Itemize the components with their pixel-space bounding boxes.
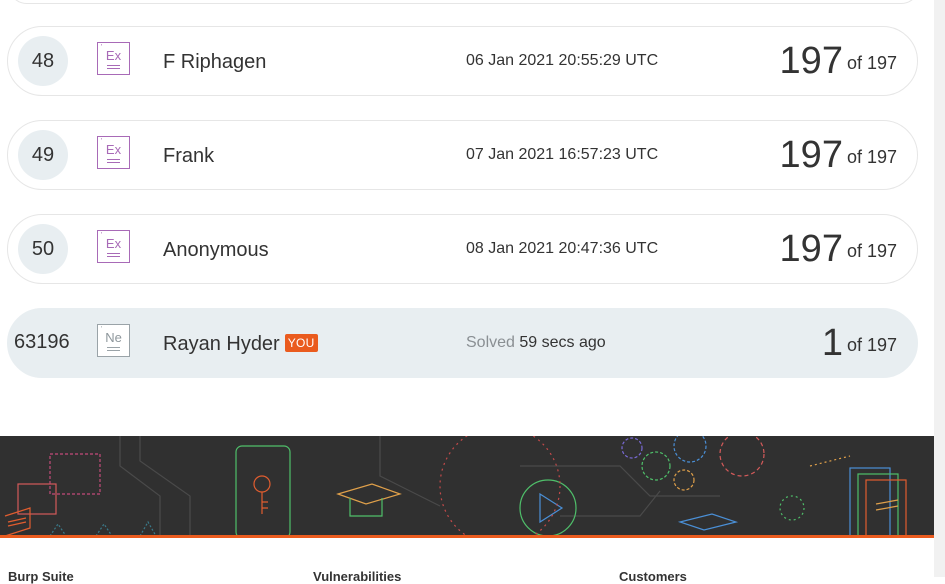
user-name: Anonymous [163,239,269,261]
leaderboard-row: 49 ' Ex Frank 07 Jan 2021 16:57:23 UTC 1… [7,120,918,190]
user-name: Rayan Hyder YOU [163,333,318,356]
rank-value: 63196 [14,331,70,353]
rank-badge: 48 [18,36,68,86]
score-total: of 197 [846,335,897,355]
previous-row-edge [8,0,920,4]
current-user-row: 63196 ' Ne Rayan Hyder YOU Solved 59 secs… [7,308,918,378]
you-badge: YOU [284,334,318,352]
element-tile-icon: ' Ex [97,230,130,263]
solved-status: Solved 59 secs ago [466,334,606,352]
element-symbol: Ex [105,236,122,251]
score: 197 of 197 [780,134,897,177]
score: 197 of 197 [780,40,897,83]
rank-badge: 49 [18,130,68,180]
footer-accent-line [0,535,934,538]
element-tile-icon: ' Ex [97,42,130,75]
element-symbol: Ex [105,48,122,63]
page-scrollbar[interactable] [934,0,945,577]
score-total: of 197 [846,147,897,167]
score-total: of 197 [846,53,897,73]
user-name: F Riphagen [163,51,267,73]
solved-time: 59 secs ago [519,334,606,351]
completion-date: 07 Jan 2021 16:57:23 UTC [466,146,659,163]
element-tile-icon: ' Ex [97,136,130,169]
completion-date: 08 Jan 2021 20:47:36 UTC [466,240,659,257]
rank-badge: 50 [18,224,68,274]
solved-label: Solved [466,334,515,351]
score: 1 of 197 [822,322,897,365]
element-symbol: Ne [105,330,122,345]
user-name: Frank [163,145,215,167]
user-name-text: Rayan Hyder [163,333,280,355]
leaderboard-row: 48 ' Ex F Riphagen 06 Jan 2021 20:55:29 … [7,26,918,96]
element-tile-icon: ' Ne [97,324,130,357]
leaderboard-row: 50 ' Ex Anonymous 08 Jan 2021 20:47:36 U… [7,214,918,284]
element-symbol: Ex [105,142,122,157]
scrollbar-thumb[interactable] [936,0,943,577]
score-total: of 197 [846,241,897,261]
footer-illustration-banner [0,436,934,536]
tech-illustration-icon [4,436,907,536]
completion-date: 06 Jan 2021 20:55:29 UTC [466,52,659,69]
score-value: 197 [779,134,843,176]
score-value: 1 [821,322,843,364]
score-value: 197 [779,40,843,82]
score-value: 197 [779,228,843,270]
score: 197 of 197 [780,228,897,271]
